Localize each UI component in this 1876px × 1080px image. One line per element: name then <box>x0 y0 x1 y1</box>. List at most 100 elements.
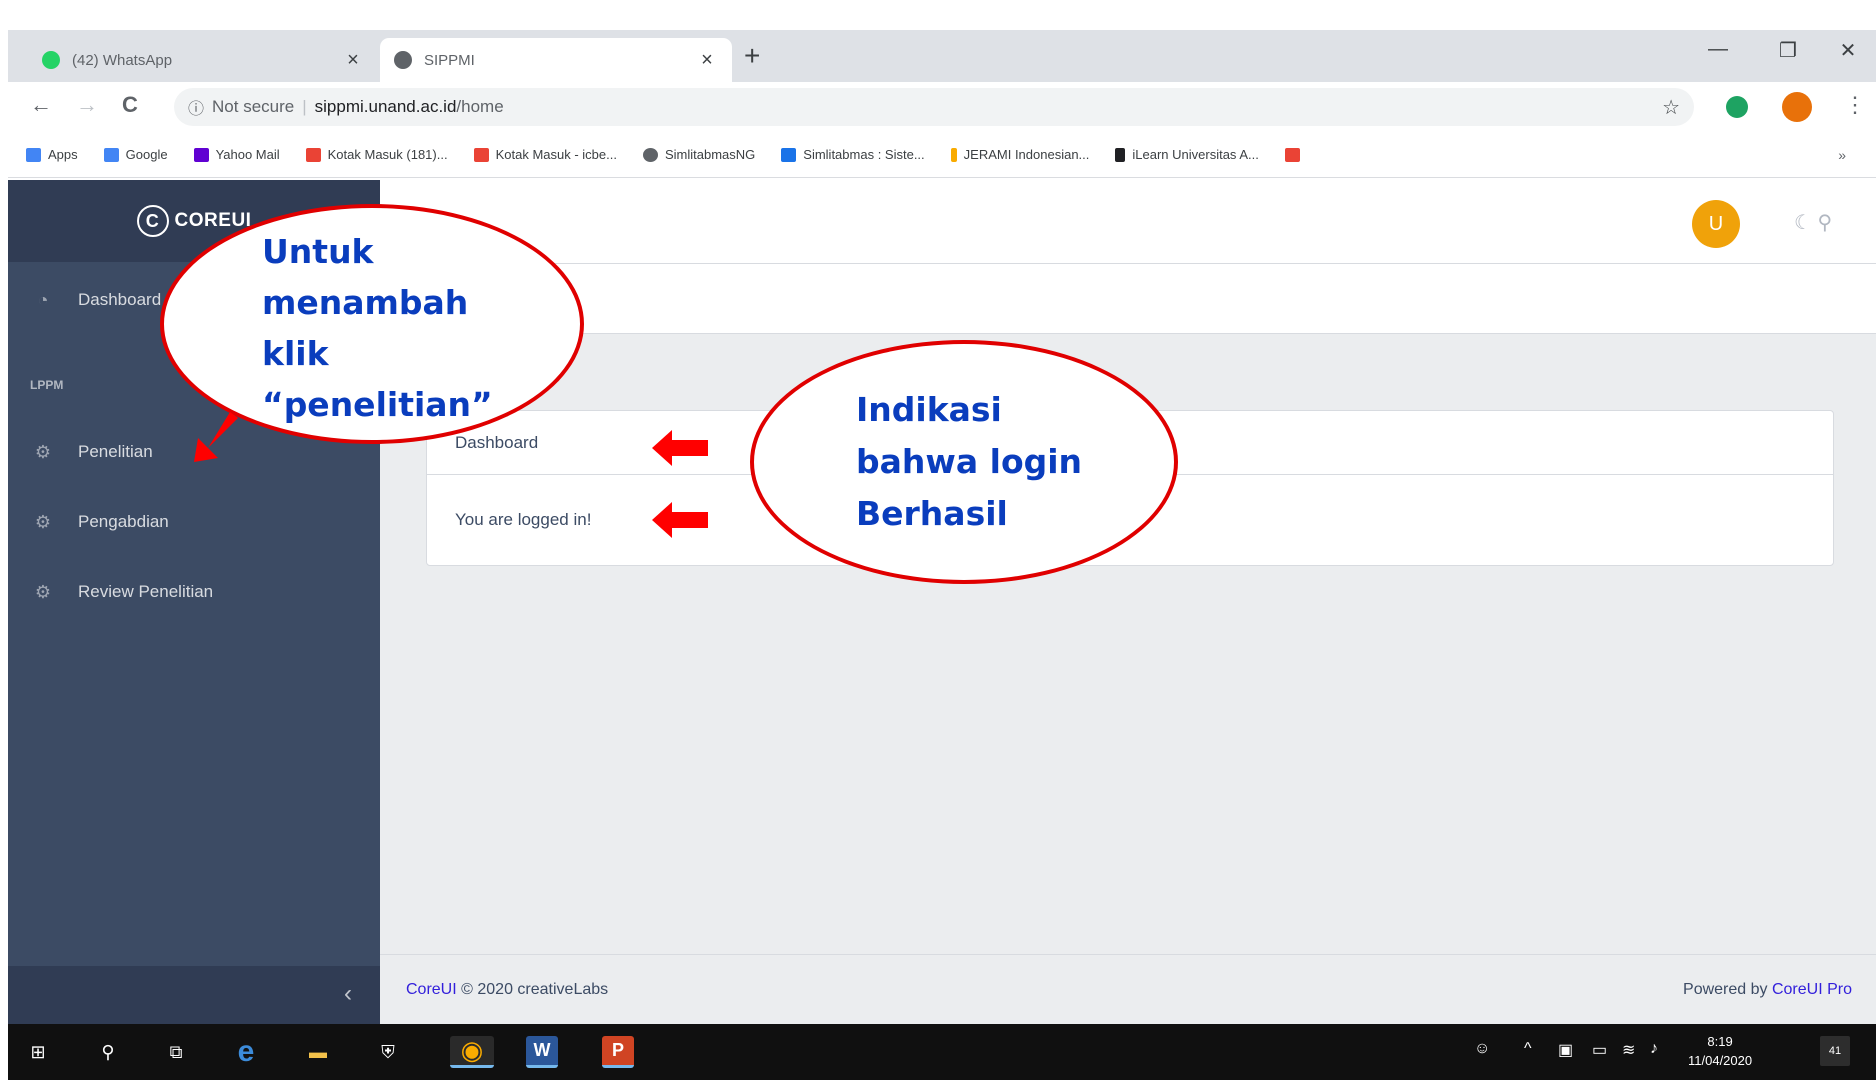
search-icon[interactable]: ⚲ <box>92 1036 124 1068</box>
sidebar-section-title: LPPM <box>30 378 64 392</box>
coreui-logo-icon: C <box>136 205 169 237</box>
bookmark-gmail-2[interactable]: Kotak Masuk - icbe... <box>473 147 617 162</box>
powered-by-text: Powered by <box>1683 981 1768 998</box>
sidebar-item-label: Penelitian <box>78 442 153 461</box>
footer-left: CoreUI © 2020 creativeLabs <box>406 981 608 999</box>
forward-arrow-icon[interactable]: → <box>76 92 98 118</box>
show-hidden-icons-icon[interactable]: ^ <box>1524 1040 1532 1058</box>
gmail-icon <box>473 147 489 162</box>
clock-time: 8:19 <box>1707 1034 1733 1049</box>
profile-avatar-icon[interactable] <box>1782 92 1812 122</box>
annotation-text-left: Untuk menambah klik “penelitian” <box>262 226 493 430</box>
app-header: U ☾ ⚲ <box>380 180 1876 264</box>
bookmark-yahoo-mail[interactable]: Yahoo Mail <box>193 147 280 162</box>
bookmark-gmail-3[interactable] <box>1284 147 1307 162</box>
annotation-line: klik <box>262 334 329 373</box>
gmail-icon <box>1284 147 1300 162</box>
bookmark-label: JERAMI Indonesian... <box>963 147 1090 162</box>
theme-search-icons[interactable]: ☾ ⚲ <box>1794 210 1832 235</box>
sidebar-item-review-penelitian[interactable]: ⚙ Review Penelitian <box>8 564 380 620</box>
tab-whatsapp[interactable]: (42) WhatsApp × <box>28 38 378 82</box>
bookmark-simlitabmas[interactable]: Simlitabmas : Siste... <box>781 147 925 162</box>
apps-grid-icon <box>26 147 41 162</box>
google-icon <box>103 147 119 162</box>
url-path: /home <box>456 97 504 116</box>
coreui-pro-link[interactable]: CoreUI Pro <box>1772 981 1852 998</box>
annotation-line: menambah <box>262 283 469 322</box>
browser-toolbar: ← → C ⓘ Not secure | sippmi.unand.ac.id … <box>8 82 1876 132</box>
sidebar-item-pengabdian[interactable]: ⚙ Pengabdian <box>8 494 380 550</box>
browser-menu-icon[interactable]: ⋮ <box>1844 92 1866 118</box>
coreui-link[interactable]: CoreUI <box>406 981 457 998</box>
windows-taskbar: ⊞ ⚲ ⧉ e ▬ ⛨ ◉ W P ☺ ^ ▣ ▭ ≋ ♪ 8:19 11/04… <box>8 1024 1876 1080</box>
sidebar-item-label: Dashboard <box>78 290 162 309</box>
globe-icon <box>394 51 412 69</box>
sidebar-item-label: Pengabdian <box>78 512 169 531</box>
browser-tabstrip: (42) WhatsApp × SIPPMI × + — ❐ ✕ <box>8 30 1876 82</box>
system-clock[interactable]: 8:19 11/04/2020 <box>1688 1032 1752 1070</box>
chrome-icon[interactable]: ◉ <box>450 1035 494 1068</box>
clock-date: 11/04/2020 <box>1688 1053 1753 1068</box>
annotation-text-right: Indikasi bahwa login Berhasil <box>856 384 1082 540</box>
security-label: Not secure <box>212 97 295 116</box>
battery-icon[interactable]: ▭ <box>1592 1040 1607 1060</box>
word-icon[interactable]: W <box>526 1036 558 1068</box>
ilearn-icon <box>1115 147 1126 162</box>
security-shield-icon[interactable]: ⛨ <box>372 1036 404 1068</box>
bookmark-jerami[interactable]: JERAMI Indonesian... <box>950 147 1090 162</box>
annotation-line: Berhasil <box>856 494 1008 533</box>
bookmark-label: Apps <box>48 147 78 162</box>
bookmark-ilearn[interactable]: iLearn Universitas A... <box>1115 147 1259 162</box>
maximize-button[interactable]: ❐ <box>1768 38 1808 63</box>
annotation-line: Untuk <box>262 232 374 271</box>
address-bar[interactable]: ⓘ Not secure | sippmi.unand.ac.id /home … <box>174 88 1694 126</box>
powerpoint-icon[interactable]: P <box>602 1036 634 1068</box>
minimize-button[interactable]: — <box>1698 38 1738 61</box>
tray-app-icon[interactable]: ▣ <box>1558 1040 1573 1060</box>
arrow-to-penelitian-icon <box>194 412 238 462</box>
user-avatar[interactable]: U <box>1692 200 1740 248</box>
volume-icon[interactable]: ♪ <box>1650 1040 1658 1058</box>
brand-name: COREUI <box>174 210 252 231</box>
edge-icon[interactable]: e <box>230 1035 262 1068</box>
yahoo-mail-icon <box>193 147 209 162</box>
close-window-button[interactable]: ✕ <box>1828 38 1868 63</box>
bookmark-simlitabmasng[interactable]: SimlitabmasNG <box>642 147 756 162</box>
bookmark-google[interactable]: Google <box>103 147 168 162</box>
bookmarks-overflow-icon[interactable]: » <box>1838 147 1846 163</box>
info-icon[interactable]: ⓘ <box>188 95 204 119</box>
bookmark-label: Kotak Masuk (181)... <box>327 147 448 162</box>
annotation-line: bahwa login <box>856 442 1083 481</box>
bookmark-label: SimlitabmasNG <box>664 147 756 162</box>
new-tab-button[interactable]: + <box>744 40 760 72</box>
extension-icon[interactable] <box>1726 96 1748 118</box>
speedometer-icon: ◔ <box>37 289 49 310</box>
network-icon[interactable]: ≋ <box>1622 1040 1635 1060</box>
tab-sippmi[interactable]: SIPPMI × <box>380 38 732 82</box>
bookmark-apps[interactable]: Apps <box>26 147 78 162</box>
task-view-icon[interactable]: ⧉ <box>160 1036 192 1068</box>
tab-close-icon[interactable]: × <box>342 49 364 72</box>
reload-icon[interactable]: C <box>122 92 138 118</box>
tab-title: SIPPMI <box>424 51 475 69</box>
back-arrow-icon[interactable]: ← <box>30 92 52 118</box>
sidebar-item-label: Review Penelitian <box>78 582 214 601</box>
chevron-left-icon: ‹ <box>344 980 352 1007</box>
sidebar-minimizer-button[interactable]: ‹ <box>8 966 380 1024</box>
screenshot-stage: (42) WhatsApp × SIPPMI × + — ❐ ✕ ← → C ⓘ… <box>0 0 1876 1080</box>
gmail-icon <box>305 147 321 162</box>
annotation-line: Indikasi <box>856 390 1002 429</box>
windows-start-icon[interactable]: ⊞ <box>22 1036 54 1068</box>
action-center-icon[interactable]: 41 <box>1820 1036 1850 1066</box>
bookmark-star-icon[interactable]: ☆ <box>1662 95 1680 120</box>
jerami-icon <box>950 147 957 162</box>
tab-close-icon[interactable]: × <box>696 49 718 72</box>
people-icon[interactable]: ☺ <box>1474 1040 1490 1058</box>
globe-icon <box>642 147 658 162</box>
file-explorer-icon[interactable]: ▬ <box>302 1036 334 1068</box>
copyright-text: © 2020 creativeLabs <box>461 981 609 998</box>
bookmark-label: Yahoo Mail <box>215 147 280 162</box>
arrow-to-login-status-icon <box>652 502 708 538</box>
bookmark-gmail-1[interactable]: Kotak Masuk (181)... <box>305 147 448 162</box>
arrow-to-dashboard-header-icon <box>652 430 708 466</box>
